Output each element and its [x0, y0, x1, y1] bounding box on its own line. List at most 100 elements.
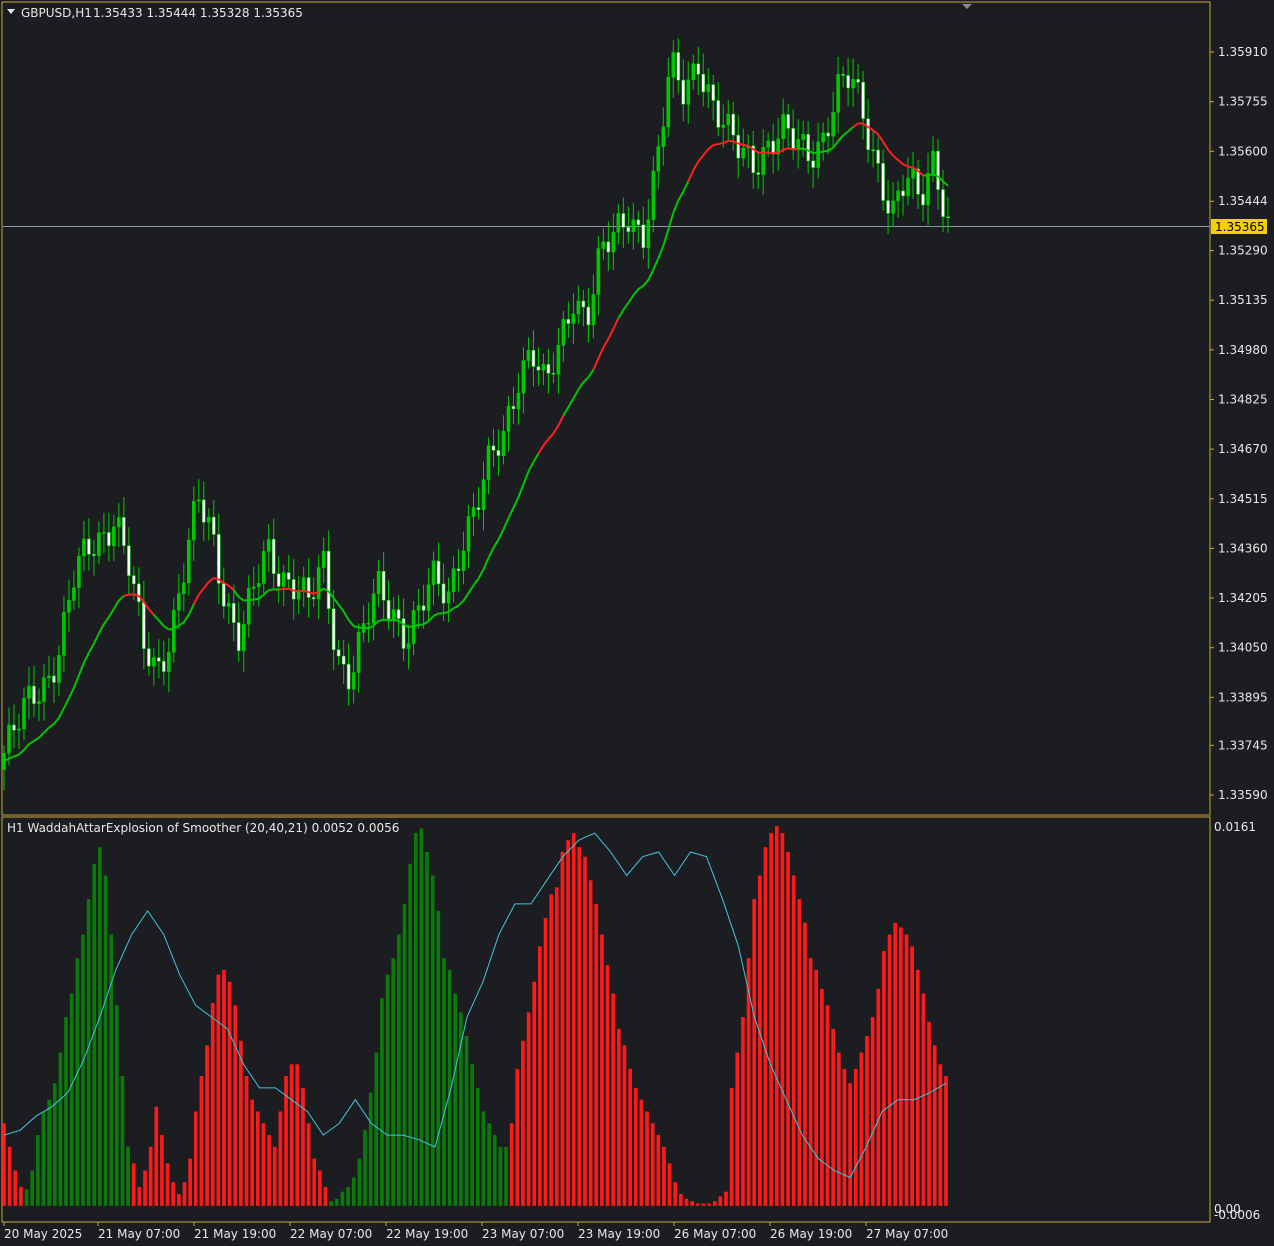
candle-body	[142, 601, 146, 649]
histogram-bar	[724, 1191, 728, 1206]
time-tick-label: 26 May 07:00	[674, 1227, 756, 1241]
ma-segment	[13, 753, 20, 758]
histogram-bar	[820, 988, 824, 1206]
histogram-bar	[588, 880, 593, 1206]
candle-body	[57, 655, 61, 683]
ma-segment	[532, 453, 540, 463]
candle-body	[216, 534, 221, 584]
ma-segment	[602, 338, 610, 349]
ma-segment	[667, 212, 675, 231]
price-tick-label: 1.34825	[1218, 392, 1268, 406]
histogram-bar	[453, 993, 458, 1206]
histogram-bar	[594, 903, 599, 1206]
histogram-bar	[763, 847, 768, 1206]
candle-body	[446, 591, 451, 604]
ma-segment	[597, 347, 605, 359]
ma-segment	[153, 614, 160, 621]
candle-body	[876, 149, 880, 164]
histogram-bar	[154, 1106, 159, 1206]
ma-segment	[58, 707, 65, 719]
price-tick-label: 1.35755	[1218, 95, 1268, 109]
histogram-bar	[808, 958, 813, 1206]
histogram-bar	[391, 958, 396, 1206]
candle-body	[211, 516, 216, 535]
candle-body	[346, 663, 351, 690]
histogram-bar	[662, 1146, 666, 1206]
candle-body	[246, 588, 251, 625]
histogram-bar	[255, 1111, 260, 1206]
candle-body	[851, 79, 855, 89]
ma-segment	[383, 618, 389, 622]
candle-body	[581, 300, 586, 308]
candle-body	[856, 79, 860, 83]
candle-body	[946, 216, 950, 218]
candle-body	[182, 582, 186, 595]
histogram-bar	[318, 1170, 322, 1206]
candle-body	[7, 724, 11, 754]
candle-body	[666, 77, 671, 128]
ma-segment	[342, 610, 350, 621]
histogram-bar	[791, 875, 796, 1206]
scroll-marker-icon[interactable]	[962, 4, 972, 9]
candle-body	[476, 507, 481, 510]
candle-body	[571, 313, 576, 324]
candle-body	[22, 698, 26, 730]
ma-segment	[462, 592, 470, 602]
histogram-bar	[882, 951, 886, 1206]
histogram-bar	[554, 887, 559, 1206]
ma-segment	[922, 174, 929, 177]
candle-body	[261, 551, 266, 584]
candle-body	[721, 124, 726, 128]
histogram-bar	[611, 993, 616, 1206]
histogram-bar	[622, 1045, 627, 1206]
triangle-down-icon[interactable]	[7, 9, 15, 14]
explosion-histogram	[2, 826, 948, 1206]
candle-body	[32, 685, 36, 704]
ma-segment	[182, 614, 190, 623]
candle-body	[201, 499, 206, 523]
candle-body	[566, 318, 571, 324]
histogram-bar	[853, 1069, 858, 1206]
histogram-bar	[876, 988, 881, 1206]
ma-segment	[163, 625, 170, 631]
ma-segment	[68, 687, 75, 699]
candle-body	[836, 74, 840, 113]
candle-body	[396, 609, 401, 619]
histogram-bar	[148, 1146, 153, 1206]
candle-body	[606, 241, 611, 253]
candle-body	[891, 200, 895, 214]
ma-segment	[263, 589, 270, 596]
price-tick-label: 1.34360	[1218, 541, 1268, 555]
histogram-bar	[239, 1040, 243, 1206]
histogram-bar	[915, 969, 920, 1206]
ma-segment	[822, 149, 829, 153]
candle-body	[516, 392, 521, 410]
histogram-bar	[334, 1198, 339, 1206]
indicator-axis-bottom: -0.0006	[1214, 1208, 1260, 1222]
candle-body	[486, 445, 491, 480]
candle-body	[861, 81, 865, 119]
chart-window: GBPUSD,H1 1.35433 1.35444 1.35328 1.3536…	[1, 1, 1268, 1241]
price-tick-label: 1.33745	[1218, 738, 1268, 752]
candle-body	[206, 516, 211, 523]
ma-segment	[53, 717, 60, 725]
histogram-bar	[628, 1069, 632, 1206]
candle-body	[336, 649, 341, 657]
candle-body	[187, 539, 191, 584]
histogram-bar	[222, 969, 226, 1206]
candle-body	[771, 140, 775, 155]
ma-segment	[527, 461, 535, 473]
histogram-bar	[137, 1186, 142, 1206]
candle-body	[796, 139, 800, 150]
candle-body	[621, 213, 626, 228]
ma-segment	[18, 749, 25, 756]
histogram-bar	[707, 1203, 711, 1206]
histogram-bar	[98, 847, 102, 1206]
histogram-bar	[413, 833, 418, 1206]
ma-segment	[258, 594, 265, 600]
candle-body	[636, 219, 641, 226]
candle-body	[72, 587, 76, 601]
ma-segment	[118, 595, 125, 602]
candle-body	[87, 538, 91, 555]
histogram-bar	[7, 1146, 12, 1206]
